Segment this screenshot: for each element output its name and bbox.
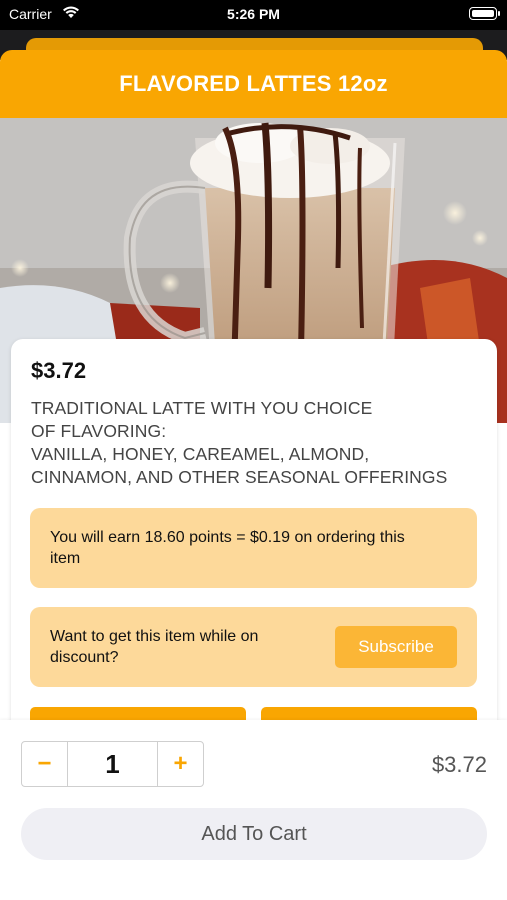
description-line: TRADITIONAL LATTE WITH YOU CHOICE — [31, 398, 373, 418]
increment-button[interactable]: + — [157, 742, 203, 786]
quantity-value[interactable]: 1 — [68, 742, 157, 786]
subscribe-button[interactable]: Subscribe — [335, 626, 457, 668]
quantity-stepper: − 1 + — [21, 741, 204, 787]
battery-icon — [469, 7, 500, 20]
product-price: $3.72 — [31, 358, 87, 383]
product-description: TRADITIONAL LATTE WITH YOU CHOICE OF FLA… — [31, 397, 491, 489]
subscribe-info-box: Want to get this item while on discount?… — [30, 607, 477, 687]
subscribe-info-text: Want to get this item while on discount? — [50, 628, 259, 666]
status-bar: Carrier 5:26 PM — [0, 0, 507, 30]
product-header: FLAVORED LATTES 12oz — [0, 50, 507, 118]
cart-bar: − 1 + $3.72 Add To Cart — [0, 720, 507, 900]
description-line: OF FLAVORING: — [31, 421, 167, 441]
points-info-text: You will earn 18.60 points = $0.19 on or… — [50, 529, 405, 567]
product-details-card: $3.72 TRADITIONAL LATTE WITH YOU CHOICE … — [11, 339, 497, 759]
points-info-box: You will earn 18.60 points = $0.19 on or… — [30, 508, 477, 588]
description-line: CINNAMON, AND OTHER SEASONAL OFFERINGS — [31, 467, 448, 487]
clock: 5:26 PM — [227, 6, 280, 22]
decrement-button[interactable]: − — [22, 742, 68, 786]
product-title: FLAVORED LATTES 12oz — [119, 71, 388, 96]
total-price: $3.72 — [431, 752, 487, 777]
description-line: VANILLA, HONEY, CAREAMEL, ALMOND, — [31, 444, 370, 464]
add-to-cart-button[interactable]: Add To Cart — [21, 808, 487, 860]
